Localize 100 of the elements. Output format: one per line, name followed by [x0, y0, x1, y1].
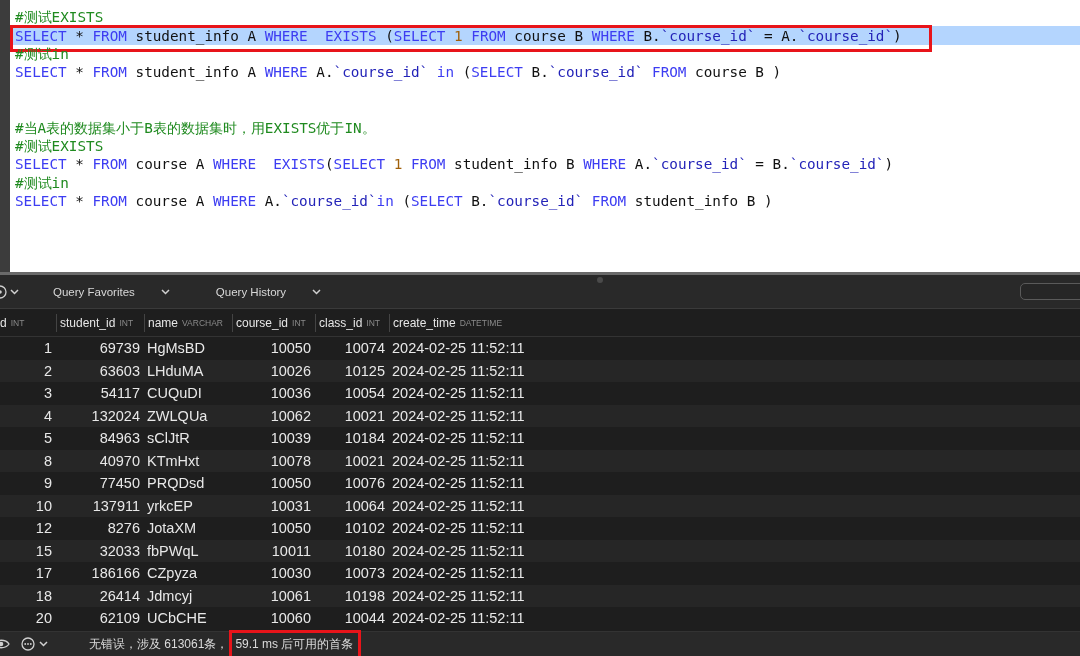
- table-cell-text: 10074: [343, 340, 386, 357]
- code-line: SELECT * FROM student_info A WHERE EXISTS (SELECT 1 FROM course B WHERE B.`course_id` = A.`course_id`): [15, 26, 902, 45]
- table-cell-text: UCbCHE: [146, 610, 208, 627]
- table-cell-text: yrkcEP: [146, 497, 194, 514]
- table-cell-text: 2024-02-25 11:52:11: [391, 452, 526, 469]
- table-row[interactable]: 4 132024 ZWLQUa 10062 10021 2024-02-25 11:52:11: [0, 404, 1080, 427]
- table-cell-text: PRQDsd: [146, 475, 206, 492]
- table-cell-text: 10036: [269, 385, 312, 402]
- column-type: INT: [10, 317, 25, 328]
- table-cell-text: 2024-02-25 11:52:11: [391, 475, 526, 492]
- table-cell-text: 10026: [269, 362, 312, 379]
- chevron-down-icon[interactable]: [10, 288, 19, 295]
- table-cell-text: 10031: [269, 497, 312, 514]
- annotated-status-text: 59.1 ms 后可用的首条: [229, 629, 362, 656]
- table-cell-text: 10011: [270, 542, 312, 559]
- table-cell-text: 15: [34, 542, 53, 559]
- table-cell-text: 10030: [269, 565, 312, 582]
- table-cell-text: 10198: [343, 587, 386, 604]
- table-cell-text: HgMsBD: [146, 340, 206, 357]
- more-icon[interactable]: [21, 637, 35, 651]
- code-line: SELECT * FROM course A WHERE EXISTS(SELECT 1 FROM student_info B WHERE A.`course_id` = B.`course_id`): [15, 155, 894, 174]
- table-cell-text: 3: [42, 385, 53, 402]
- table-cell-text: 20: [34, 610, 53, 627]
- code-comment: #测试in: [15, 173, 69, 192]
- column-type: INT: [366, 317, 381, 328]
- table-cell-text: 2024-02-25 11:52:11: [391, 610, 526, 627]
- table-cell-text: 69739: [98, 340, 141, 357]
- table-cell-text: 2024-02-25 11:52:11: [391, 565, 526, 582]
- table-cell-text: 10: [34, 497, 53, 514]
- table-row[interactable]: 10 137911 yrkcEP 10031 10064 2024-02-25 11:52:11: [0, 494, 1080, 517]
- column-name[interactable]: course_id: [236, 315, 289, 330]
- table-row[interactable]: 15 32033 fbPWqL 10011 10180 2024-02-25 11:52:11: [0, 539, 1080, 562]
- column-type: VARCHAR: [182, 317, 223, 328]
- column-name[interactable]: student_id: [60, 315, 116, 330]
- code-comment: #测试EXISTS: [15, 136, 104, 155]
- table-cell-text: 2024-02-25 11:52:11: [391, 407, 526, 424]
- table-cell-text: 9: [42, 475, 53, 492]
- table-cell-text: 10076: [343, 475, 386, 492]
- table-cell-text: sClJtR: [146, 430, 191, 447]
- table-cell-text: 1: [42, 340, 53, 357]
- status-text: 无错误，涉及 613061条，: [88, 635, 230, 653]
- table-cell-text: 10021: [343, 452, 386, 469]
- column-name[interactable]: name: [148, 315, 179, 330]
- table-cell-text: Jdmcyj: [146, 587, 194, 604]
- table-row[interactable]: 2 63603 LHduMA 10026 10125 2024-02-25 11:52:11: [0, 359, 1080, 382]
- table-cell-text: 10064: [343, 497, 386, 514]
- table-cell-text: 62109: [98, 610, 141, 627]
- chevron-down-icon[interactable]: [39, 641, 48, 647]
- table-cell-text: 8: [42, 452, 53, 469]
- table-cell-text: 12: [34, 520, 53, 537]
- chevron-down-icon[interactable]: [312, 288, 322, 295]
- table-cell-text: 10039: [269, 430, 312, 447]
- table-cell-text: 2: [42, 362, 53, 379]
- table-cell-text: KTmHxt: [146, 452, 201, 469]
- table-cell-text: 40970: [98, 452, 141, 469]
- table-cell-text: 26414: [98, 587, 141, 604]
- table-cell-text: 2024-02-25 11:52:11: [391, 340, 526, 357]
- table-row[interactable]: 8 40970 KTmHxt 10078 10021 2024-02-25 11:52:11: [0, 449, 1080, 472]
- table-cell-text: 2024-02-25 11:52:11: [391, 497, 526, 514]
- table-cell-text: 10125: [343, 362, 386, 379]
- table-cell-text: CZpyza: [146, 565, 198, 582]
- column-type: INT: [119, 317, 134, 328]
- code-line: SELECT * FROM course A WHERE A.`course_id`in (SELECT B.`course_id` FROM student_info B ): [15, 192, 773, 211]
- table-cell-text: 132024: [90, 407, 141, 424]
- table-cell-text: 10060: [269, 610, 312, 627]
- table-cell-text: JotaXM: [146, 520, 198, 537]
- table-row[interactable]: 18 26414 Jdmcyj 10061 10198 2024-02-25 11:52:11: [0, 584, 1080, 607]
- table-cell-text: LHduMA: [146, 362, 205, 379]
- code-comment: #测试EXISTS: [15, 8, 104, 27]
- filter-field[interactable]: [1020, 283, 1080, 300]
- table-cell-text: 10073: [343, 565, 386, 582]
- table-cell-text: 186166: [90, 565, 141, 582]
- column-type: INT: [292, 317, 306, 328]
- splitter-handle[interactable]: [597, 277, 603, 283]
- table-cell-text: 10021: [343, 407, 386, 424]
- table-cell-text: 54117: [99, 385, 141, 402]
- column-name[interactable]: d: [0, 315, 7, 330]
- table-cell-text: 4: [42, 407, 53, 424]
- column-type: DATETIME: [459, 317, 503, 328]
- table-cell-text: 8276: [106, 520, 141, 537]
- query-menu[interactable]: Query Favorites: [53, 285, 170, 298]
- query-editor[interactable]: [0, 0, 1080, 272]
- table-cell-text: 2024-02-25 11:52:11: [391, 362, 526, 379]
- chevron-down-icon[interactable]: [160, 288, 170, 295]
- table-cell-text: 18: [34, 587, 53, 604]
- table-cell-text: ZWLQUa: [146, 407, 209, 424]
- table-cell-text: 10062: [269, 407, 312, 424]
- table-cell-text: 10044: [343, 610, 386, 627]
- table-cell-text: 10184: [343, 430, 386, 447]
- table-cell-text: 10102: [343, 520, 386, 537]
- table-cell-text: 17: [34, 565, 53, 582]
- table-cell-text: 10054: [343, 385, 386, 402]
- table-cell-text: 2024-02-25 11:52:11: [391, 385, 526, 402]
- code-line: SELECT * FROM student_info A WHERE A.`course_id` in (SELECT B.`course_id` FROM course B ): [15, 63, 782, 82]
- column-name[interactable]: class_id: [319, 315, 363, 330]
- table-cell-text: 10061: [269, 587, 312, 604]
- column-name[interactable]: create_time: [393, 315, 456, 330]
- table-cell-text: 77450: [98, 475, 141, 492]
- table-cell-text: 2024-02-25 11:52:11: [391, 430, 526, 447]
- query-menu[interactable]: Query History: [215, 285, 322, 298]
